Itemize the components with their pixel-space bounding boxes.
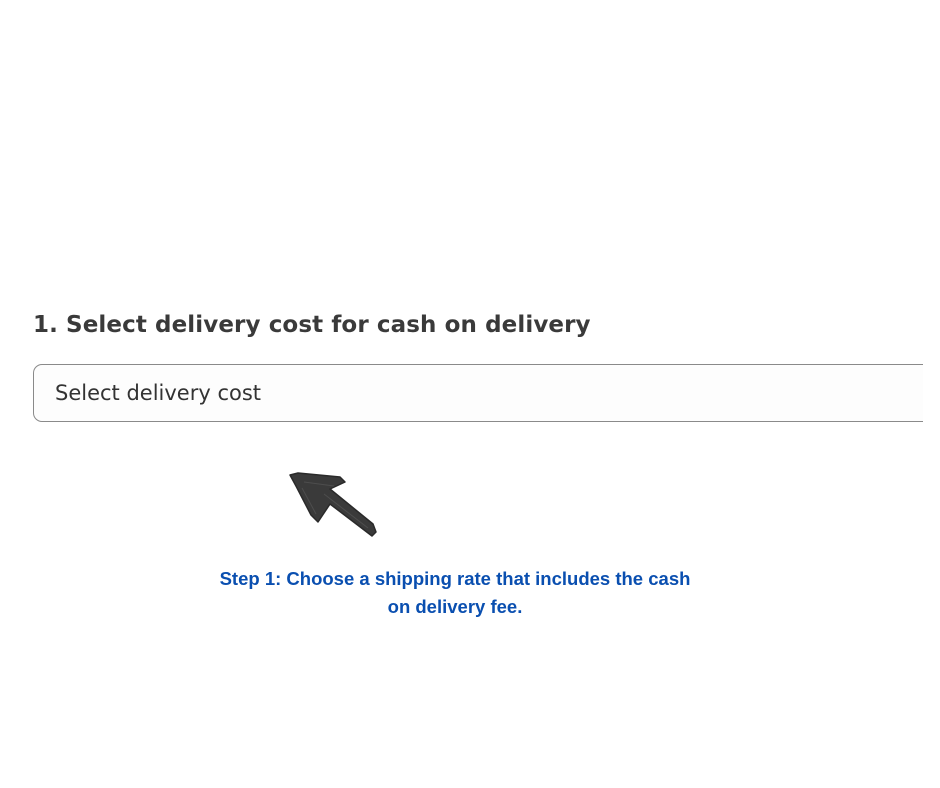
delivery-cost-select[interactable]: Select delivery cost <box>33 364 923 422</box>
section-title: 1. Select delivery cost for cash on deli… <box>33 312 591 338</box>
instruction-text: Step 1: Choose a shipping rate that incl… <box>195 565 715 621</box>
instruction-line-2: on delivery fee. <box>387 596 523 617</box>
delivery-cost-select-value: Select delivery cost <box>55 381 262 405</box>
arrow-up-left-icon <box>289 472 377 537</box>
instruction-line-1: Step 1: Choose a shipping rate that incl… <box>219 568 691 589</box>
content-area: 1. Select delivery cost for cash on deli… <box>0 0 923 788</box>
